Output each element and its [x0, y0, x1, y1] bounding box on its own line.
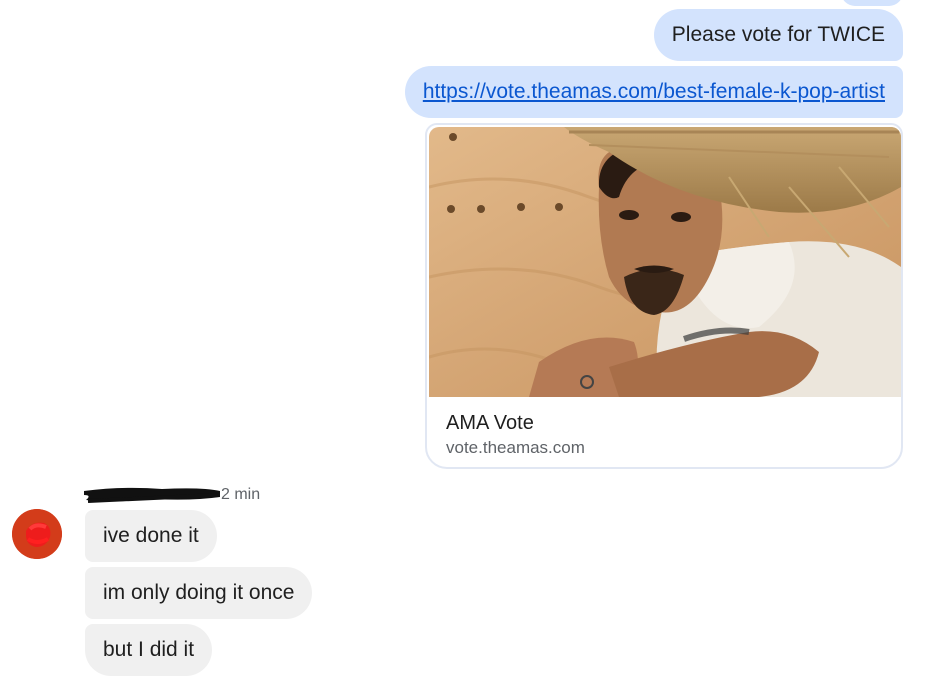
link-preview-image: [429, 127, 901, 397]
previous-message-bubble[interactable]: [841, 0, 903, 6]
conversation-view: Please vote for TWICE https://vote.theam…: [0, 0, 927, 693]
incoming-message[interactable]: ive done it: [85, 510, 217, 562]
incoming-message-text: ive done it: [103, 524, 199, 547]
redacted-sender-name: [84, 487, 220, 503]
outgoing-message[interactable]: Please vote for TWICE: [653, 9, 903, 61]
message-timestamp: 2 min: [221, 486, 261, 503]
link-preview-card[interactable]: AMA Vote vote.theamas.com: [425, 123, 903, 469]
link-preview-domain: vote.theamas.com: [446, 438, 585, 457]
photo-man-straw-hat: [429, 127, 901, 397]
incoming-message[interactable]: but I did it: [85, 624, 213, 676]
link-preview-title: AMA Vote: [446, 412, 534, 434]
vote-link[interactable]: https://vote.theamas.com/best-female-k-p…: [423, 80, 885, 103]
incoming-message[interactable]: im only doing it once: [85, 567, 313, 619]
incoming-message-text: im only doing it once: [103, 581, 295, 604]
outgoing-link-message[interactable]: https://vote.theamas.com/best-female-k-p…: [404, 66, 903, 118]
avatar[interactable]: [12, 509, 62, 559]
outgoing-message-text: Please vote for TWICE: [671, 23, 885, 46]
incoming-message-text: but I did it: [103, 638, 195, 661]
avatar-icon: [12, 509, 62, 559]
